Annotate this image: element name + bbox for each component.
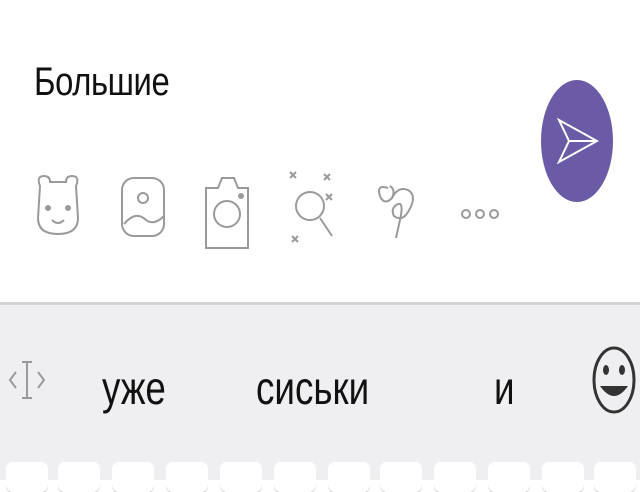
- suggestion-word[interactable]: сиськи: [256, 356, 369, 420]
- doodle-icon[interactable]: [370, 168, 426, 252]
- message-input[interactable]: Большие: [34, 56, 170, 108]
- emoji-icon[interactable]: [590, 340, 638, 420]
- keyboard-key[interactable]: [112, 462, 154, 492]
- keyboard-key[interactable]: [274, 462, 316, 492]
- message-composer: Большие: [0, 0, 640, 302]
- sticker-icon[interactable]: [30, 168, 86, 252]
- keyboard-key[interactable]: [380, 462, 422, 492]
- gallery-icon[interactable]: [116, 168, 172, 252]
- keyboard-key[interactable]: [328, 462, 370, 492]
- send-button[interactable]: [541, 80, 613, 202]
- more-icon[interactable]: [456, 168, 512, 252]
- keyboard-key[interactable]: [6, 462, 48, 492]
- gif-icon[interactable]: [286, 168, 342, 252]
- keyboard-key[interactable]: [166, 462, 208, 492]
- keyboard-key[interactable]: [58, 462, 100, 492]
- keyboard-key[interactable]: [542, 462, 584, 492]
- keyboard-key[interactable]: [220, 462, 262, 492]
- send-icon: [556, 117, 600, 165]
- suggestion-word[interactable]: уже: [102, 356, 166, 420]
- keyboard-key[interactable]: [594, 462, 636, 492]
- keyboard-key-row: [0, 462, 640, 492]
- keyboard-key[interactable]: [488, 462, 530, 492]
- camera-icon[interactable]: [200, 168, 256, 252]
- keyboard-key[interactable]: [434, 462, 476, 492]
- cursor-control-icon[interactable]: [8, 358, 46, 402]
- suggestion-word[interactable]: и: [494, 356, 515, 420]
